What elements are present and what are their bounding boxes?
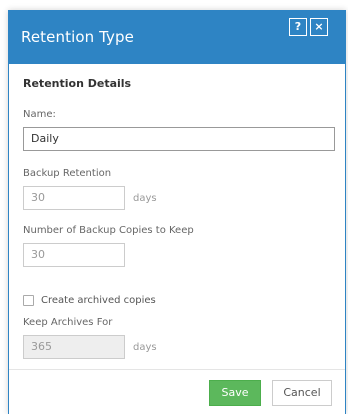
save-button[interactable]: Save bbox=[209, 380, 261, 406]
close-button[interactable]: × bbox=[310, 18, 328, 36]
archive-checkbox-row[interactable]: Create archived copies bbox=[23, 295, 156, 306]
dialog-titlebar: Retention Type ? × bbox=[9, 10, 345, 64]
backup-retention-label: Backup Retention bbox=[23, 168, 112, 179]
backup-retention-input[interactable]: 30 bbox=[23, 186, 125, 210]
keep-archives-label: Keep Archives For bbox=[23, 317, 113, 328]
keep-archives-input: 365 bbox=[23, 335, 125, 359]
backup-retention-unit: days bbox=[133, 193, 157, 204]
cancel-button[interactable]: Cancel bbox=[272, 380, 332, 406]
archive-checkbox-label: Create archived copies bbox=[41, 295, 156, 306]
retention-type-dialog: Retention Type ? × Retention Details Nam… bbox=[8, 10, 346, 414]
dialog-title: Retention Type bbox=[21, 28, 134, 46]
name-label: Name: bbox=[23, 109, 56, 120]
section-title: Retention Details bbox=[23, 77, 132, 90]
archive-checkbox[interactable] bbox=[23, 295, 34, 306]
help-button[interactable]: ? bbox=[289, 18, 307, 36]
copies-label: Number of Backup Copies to Keep bbox=[23, 225, 194, 236]
name-input[interactable]: Daily bbox=[23, 127, 335, 151]
keep-archives-unit: days bbox=[133, 342, 157, 353]
dialog-footer: Save Cancel bbox=[9, 369, 345, 414]
copies-input[interactable]: 30 bbox=[23, 243, 125, 267]
